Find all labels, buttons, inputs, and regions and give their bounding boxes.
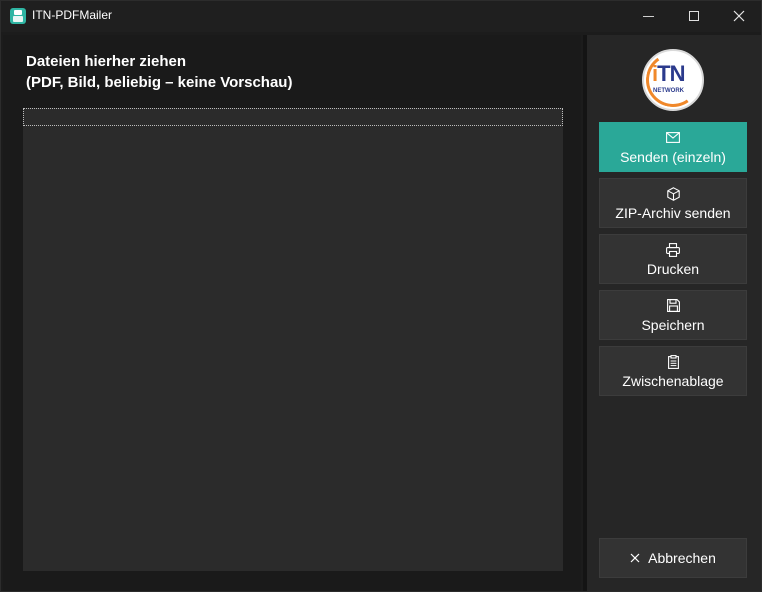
printer-icon (666, 242, 680, 258)
close-window-button[interactable] (716, 1, 762, 32)
app-printer-icon (10, 8, 26, 24)
file-list-focus-row[interactable] (23, 108, 563, 126)
title-bar[interactable]: ITN-PDFMailer (1, 1, 761, 32)
save-icon (666, 298, 680, 314)
itn-network-logo: iTN NETWORK (642, 49, 704, 111)
window-title: ITN-PDFMailer (32, 8, 112, 22)
print-label: Drucken (646, 260, 700, 277)
maximize-icon (689, 11, 699, 21)
package-icon (666, 186, 680, 202)
drop-zone-panel[interactable]: Dateien hierher ziehen (PDF, Bild, belie… (3, 35, 581, 591)
action-sidebar: iTN NETWORK Senden (einzeln) ZIP-Archiv … (587, 35, 761, 591)
clipboard-button[interactable]: Zwischenablage (599, 346, 747, 396)
clipboard-label: Zwischenablage (622, 372, 724, 389)
clipboard-icon (667, 354, 679, 370)
send-individually-label: Senden (einzeln) (620, 148, 726, 165)
maximize-button[interactable] (671, 1, 717, 32)
minimize-icon (643, 16, 654, 17)
app-window: ITN-PDFMailer Dateien hierher ziehen (PD… (0, 0, 762, 592)
drop-zone-heading: Dateien hierher ziehen (PDF, Bild, belie… (26, 51, 292, 93)
cancel-button[interactable]: Abbrechen (599, 538, 747, 578)
save-label: Speichern (641, 316, 705, 333)
send-individually-button[interactable]: Senden (einzeln) (599, 122, 747, 172)
print-button[interactable]: Drucken (599, 234, 747, 284)
mail-icon (666, 130, 680, 146)
file-list[interactable] (23, 108, 563, 571)
minimize-button[interactable] (626, 1, 672, 32)
drop-zone-heading-line1: Dateien hierher ziehen (26, 53, 187, 70)
close-icon (733, 10, 745, 22)
save-button[interactable]: Speichern (599, 290, 747, 340)
close-icon (630, 553, 640, 563)
drop-zone-heading-line2: (PDF, Bild, beliebig – keine Vorschau) (26, 74, 293, 91)
cancel-label: Abbrechen (648, 550, 716, 566)
send-zip-label: ZIP-Archiv senden (615, 204, 731, 221)
send-zip-button[interactable]: ZIP-Archiv senden (599, 178, 747, 228)
